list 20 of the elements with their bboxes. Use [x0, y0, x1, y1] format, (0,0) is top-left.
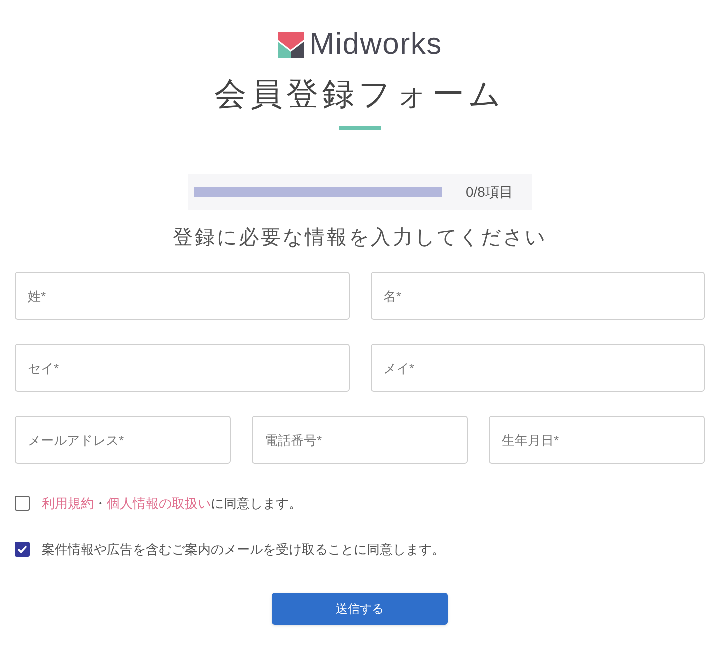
title-underline: [339, 126, 381, 130]
consent-text: 利用規約・個人情報の取扱いに同意します。: [42, 495, 302, 513]
input-field[interactable]: 姓*: [15, 272, 350, 320]
input-field[interactable]: 電話番号*: [252, 416, 468, 464]
terms-link[interactable]: 個人情報の取扱い: [107, 496, 211, 511]
checkbox[interactable]: [15, 542, 30, 557]
input-field[interactable]: セイ*: [15, 344, 350, 392]
page-title: 会員登録フォーム: [214, 75, 506, 114]
input-field[interactable]: メールアドレス*: [15, 416, 231, 464]
logo-icon: [278, 32, 304, 58]
progress-count: 0/8項目: [466, 182, 514, 202]
terms-link[interactable]: 利用規約: [42, 496, 94, 511]
submit-button[interactable]: 送信する: [272, 593, 448, 625]
input-field[interactable]: 生年月日*: [489, 416, 705, 464]
consent-text: 案件情報や広告を含むご案内のメールを受け取ることに同意します。: [42, 540, 445, 558]
input-field[interactable]: 名*: [370, 272, 705, 320]
input-field[interactable]: メイ*: [370, 344, 705, 392]
checkbox[interactable]: [15, 496, 30, 512]
form-heading: 登録に必要な情報を入力してください: [173, 226, 547, 251]
logo-text: Midworks: [310, 28, 442, 62]
